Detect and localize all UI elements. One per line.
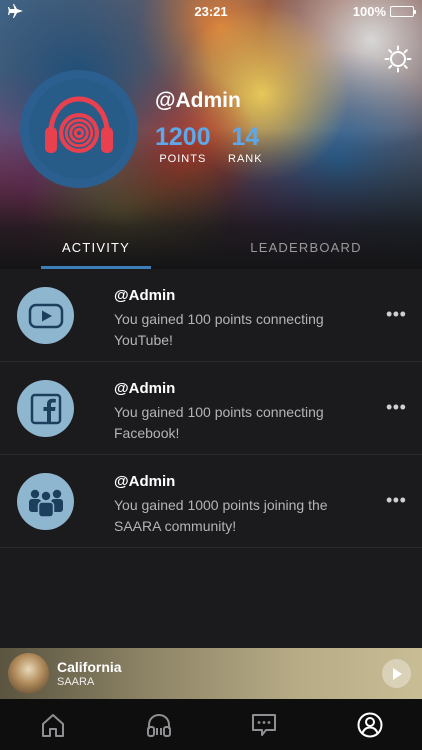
battery-icon xyxy=(390,5,416,17)
profile-username: @Admin xyxy=(155,89,241,112)
community-icon xyxy=(17,473,74,530)
rank-label: RANK xyxy=(228,153,263,165)
feed-user: @Admin xyxy=(114,287,176,304)
airplane-mode-icon xyxy=(8,4,24,18)
profile-tabs: ACTIVITY LEADERBOARD xyxy=(0,225,422,269)
home-icon[interactable] xyxy=(37,709,69,741)
headphones-icon[interactable] xyxy=(143,709,175,741)
points-label: POINTS xyxy=(159,153,207,165)
avatar[interactable] xyxy=(20,70,138,188)
points-value: 1200 xyxy=(155,123,211,151)
facebook-icon xyxy=(17,380,74,437)
settings-sun-icon[interactable] xyxy=(384,45,412,73)
status-bar: 23:21 100% xyxy=(0,0,422,22)
bottom-navigation xyxy=(0,699,422,750)
list-item[interactable]: @Admin You gained 1000 points joining th… xyxy=(0,455,422,548)
avatar-image xyxy=(29,79,129,179)
chat-icon[interactable] xyxy=(248,709,280,741)
list-item[interactable]: @Admin You gained 100 points connecting … xyxy=(0,269,422,362)
list-item[interactable]: @Admin You gained 100 points connecting … xyxy=(0,362,422,455)
track-title: California xyxy=(57,659,122,675)
album-art xyxy=(8,653,49,694)
feed-message: You gained 100 points connecting Faceboo… xyxy=(114,404,324,441)
play-button[interactable] xyxy=(382,659,411,688)
rank-stat: 14 RANK xyxy=(228,122,263,165)
active-tab-indicator xyxy=(41,266,151,269)
feed-message: You gained 100 points connecting YouTube… xyxy=(114,311,324,348)
feed-user: @Admin xyxy=(114,473,176,490)
points-stat: 1200 POINTS xyxy=(155,122,211,165)
play-icon xyxy=(392,667,402,680)
feed-user: @Admin xyxy=(114,380,176,397)
rank-value: 14 xyxy=(231,123,260,151)
profile-icon[interactable] xyxy=(354,709,386,741)
track-artist: SAARA xyxy=(57,676,95,688)
more-options-icon[interactable]: ••• xyxy=(386,491,406,509)
now-playing-bar[interactable]: California SAARA xyxy=(0,648,422,699)
youtube-icon xyxy=(17,287,74,344)
more-options-icon[interactable]: ••• xyxy=(386,398,406,416)
activity-feed: @Admin You gained 100 points connecting … xyxy=(0,269,422,548)
battery-percentage: 100% xyxy=(352,3,386,19)
feed-message: You gained 1000 points joining the SAARA… xyxy=(114,497,328,534)
tab-leaderboard[interactable]: LEADERBOARD xyxy=(230,225,382,269)
headphones-record-icon xyxy=(45,96,113,153)
more-options-icon[interactable]: ••• xyxy=(386,305,406,323)
tab-activity[interactable]: ACTIVITY xyxy=(41,225,151,269)
